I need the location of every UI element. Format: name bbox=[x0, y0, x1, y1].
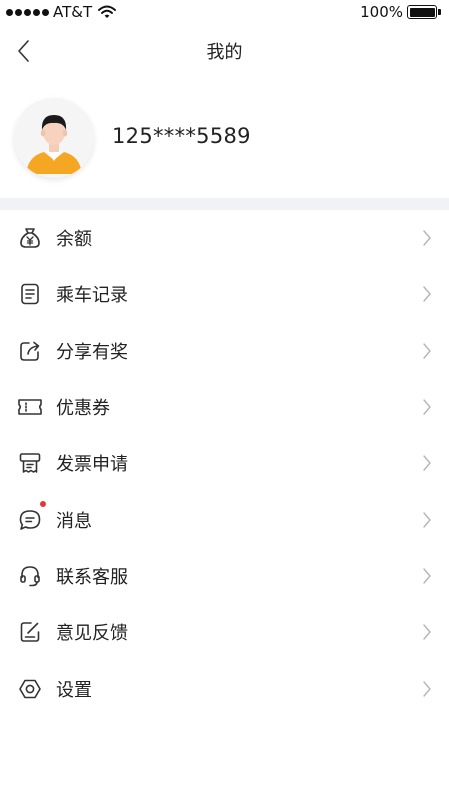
battery-icon bbox=[407, 5, 441, 19]
menu-item-invoice[interactable]: 发票申请 bbox=[0, 435, 449, 491]
menu-label: 消息 bbox=[56, 510, 92, 532]
page-title: 我的 bbox=[206, 42, 243, 63]
menu-label: 优惠券 bbox=[56, 398, 110, 420]
menu-label: 乘车记录 bbox=[56, 285, 128, 307]
menu-label: 余额 bbox=[56, 229, 92, 251]
menu-item-customer-service[interactable]: 联系客服 bbox=[0, 548, 449, 604]
document-icon bbox=[16, 280, 44, 308]
profile-header[interactable]: 125****5589 bbox=[0, 98, 449, 178]
feedback-icon bbox=[16, 618, 44, 646]
user-phone: 125****5589 bbox=[112, 124, 251, 148]
menu-label: 设置 bbox=[56, 679, 92, 701]
chevron-right-icon bbox=[423, 511, 431, 528]
menu-item-messages[interactable]: 消息 bbox=[0, 491, 449, 547]
chevron-right-icon bbox=[423, 680, 431, 697]
chevron-right-icon bbox=[423, 455, 431, 472]
user-avatar-icon bbox=[14, 98, 94, 178]
coupon-icon bbox=[16, 393, 44, 421]
menu-list: 余额 乘车记录 分享有奖 优惠券 发票申请 消息 联系客服 意见反馈 设置 bbox=[0, 210, 449, 717]
section-divider bbox=[0, 198, 449, 210]
wallet-icon bbox=[16, 224, 44, 252]
menu-label: 分享有奖 bbox=[56, 341, 128, 363]
menu-item-ride-history[interactable]: 乘车记录 bbox=[0, 266, 449, 322]
status-right: 100% bbox=[360, 3, 441, 21]
menu-item-balance[interactable]: 余额 bbox=[0, 210, 449, 266]
signal-icon bbox=[6, 8, 49, 16]
menu-item-share[interactable]: 分享有奖 bbox=[0, 323, 449, 379]
menu-label: 发票申请 bbox=[56, 454, 128, 476]
chevron-right-icon bbox=[423, 286, 431, 303]
chevron-right-icon bbox=[423, 343, 431, 359]
status-left: AT&T bbox=[6, 3, 117, 21]
menu-item-settings[interactable]: 设置 bbox=[0, 660, 449, 716]
menu-label: 意见反馈 bbox=[56, 623, 128, 645]
chevron-right-icon bbox=[423, 230, 431, 246]
chevron-right-icon bbox=[423, 568, 431, 584]
menu-item-coupon[interactable]: 优惠券 bbox=[0, 379, 449, 435]
carrier-label: AT&T bbox=[53, 3, 93, 21]
headset-icon bbox=[16, 562, 44, 590]
status-bar: AT&T 100% bbox=[0, 0, 449, 26]
avatar[interactable] bbox=[14, 98, 94, 178]
chevron-right-icon bbox=[423, 624, 431, 640]
menu-label: 联系客服 bbox=[56, 566, 128, 588]
battery-percent: 100% bbox=[360, 3, 403, 21]
chevron-right-icon bbox=[423, 399, 431, 415]
unread-badge bbox=[40, 501, 46, 508]
invoice-icon bbox=[16, 449, 44, 477]
nav-bar: 我的 bbox=[0, 26, 449, 74]
menu-item-feedback[interactable]: 意见反馈 bbox=[0, 604, 449, 660]
settings-icon bbox=[16, 675, 44, 703]
share-icon bbox=[16, 337, 44, 365]
wifi-icon bbox=[98, 5, 117, 18]
message-icon bbox=[16, 506, 44, 534]
